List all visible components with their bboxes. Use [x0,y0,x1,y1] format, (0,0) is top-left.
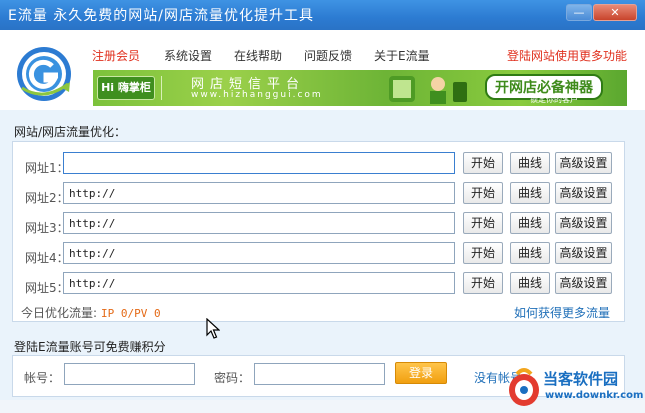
today-traffic: 今日优化流量: IP 0/PV 0 [21,304,161,321]
banner-logo: Hi 嗨掌柜 [97,76,155,100]
banner-divider [161,76,162,100]
app-logo-icon [17,47,71,101]
curve-button-3[interactable]: 曲线 [510,212,550,234]
banner-url: www.hizhanggui.com [191,90,323,100]
header: 注册会员 系统设置 在线帮助 问题反馈 关于E流量 登陆网站使用更多功能 Hi … [0,30,645,110]
url-input-2[interactable] [63,182,455,204]
advanced-settings-button-4[interactable]: 高级设置 [555,242,612,264]
curve-button-1[interactable]: 曲线 [510,152,550,174]
advanced-settings-button-5[interactable]: 高级设置 [555,272,612,294]
banner-tag-sub: 锁定你的客户 [530,95,578,104]
password-label: 密码： [214,371,251,385]
menu-about[interactable]: 关于E流量 [374,47,430,64]
url-input-3[interactable] [63,212,455,234]
today-traffic-value: IP 0/PV 0 [101,307,161,320]
watermark-name: 当客软件园 [543,370,619,388]
curve-button-4[interactable]: 曲线 [510,242,550,264]
curve-button-5[interactable]: 曲线 [510,272,550,294]
url-input-4[interactable] [63,242,455,264]
optimize-section-title: 网站/网店流量优化： [14,125,127,139]
title-bar: E流量 永久免费的网站/网店流量优化提升工具 — ✕ [0,0,645,30]
ad-banner[interactable]: Hi 嗨掌柜 网店短信平台 www.hizhanggui.com 开网店必备神器… [93,70,627,106]
mouse-cursor-icon [206,318,220,339]
menu-register[interactable]: 注册会员 [92,47,140,64]
window-title: E流量 永久免费的网站/网店流量优化提升工具 [8,8,315,24]
curve-button-2[interactable]: 曲线 [510,182,550,204]
password-input[interactable] [254,363,385,385]
minimize-button[interactable]: — [566,4,592,21]
login-section-title: 登陆E流量账号可免费赚积分 [14,340,166,354]
menu-feedback[interactable]: 问题反馈 [304,47,352,64]
start-button-4[interactable]: 开始 [463,242,503,264]
menu-settings[interactable]: 系统设置 [164,47,212,64]
login-button[interactable]: 登录 [395,362,447,384]
advanced-settings-button-3[interactable]: 高级设置 [555,212,612,234]
watermark-logo-icon [509,368,539,406]
login-website-link[interactable]: 登陆网站使用更多功能 [507,47,627,64]
watermark: 当客软件园 www.downkr.com [505,366,645,413]
watermark-url: www.downkr.com [545,390,644,401]
banner-illustration-icon [389,76,467,104]
url-input-5[interactable] [63,272,455,294]
more-traffic-link[interactable]: 如何获得更多流量 [514,304,610,321]
today-traffic-label: 今日优化流量: [21,306,98,320]
advanced-settings-button-1[interactable]: 高级设置 [555,152,612,174]
advanced-settings-button-2[interactable]: 高级设置 [555,182,612,204]
menu-help[interactable]: 在线帮助 [234,47,282,64]
close-button[interactable]: ✕ [593,4,637,21]
start-button-5[interactable]: 开始 [463,272,503,294]
start-button-2[interactable]: 开始 [463,182,503,204]
account-input[interactable] [64,363,195,385]
account-label: 帐号： [24,371,61,385]
url-input-1[interactable] [63,152,455,174]
start-button-1[interactable]: 开始 [463,152,503,174]
start-button-3[interactable]: 开始 [463,212,503,234]
